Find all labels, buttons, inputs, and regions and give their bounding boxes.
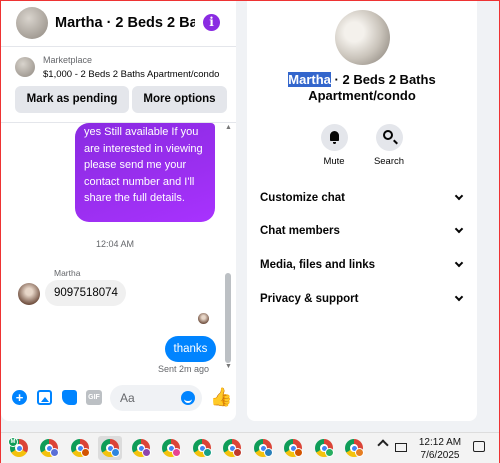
details-title: Martha · 2 Beds 2 Baths Apartment/condo	[247, 72, 477, 103]
emoji-icon[interactable]	[181, 391, 195, 405]
chrome-taskbar-icon[interactable]	[129, 436, 153, 460]
profile-badge-icon	[172, 448, 181, 457]
listing-title[interactable]: $1,000 - 2 Beds 2 Baths Apartment/condo	[43, 69, 219, 80]
sent-status: Sent 2m ago	[158, 364, 210, 374]
chevron-down-icon	[454, 191, 464, 201]
scroll-thumb[interactable]	[225, 273, 231, 363]
message-composer: + GIF 👍	[1, 383, 236, 413]
bell-icon	[329, 131, 339, 144]
section-label: Customize chat	[260, 192, 345, 204]
network-icon[interactable]	[395, 443, 407, 452]
chat-panel: Martha · 2 Beds 2 Ba... i Marketplace $1…	[1, 1, 236, 421]
mute-button[interactable]: Mute	[304, 124, 364, 167]
search-button[interactable]: Search	[359, 124, 419, 167]
profile-badge-icon: M	[8, 437, 18, 447]
profile-badge-icon	[294, 448, 303, 457]
outgoing-reply[interactable]: thanks	[165, 336, 216, 362]
chrome-taskbar-icon[interactable]: M	[7, 436, 31, 460]
message-list: yes Still available If you are intereste…	[1, 123, 236, 381]
chrome-taskbar-icon[interactable]	[159, 436, 183, 460]
thumbs-up-icon[interactable]: 👍	[210, 387, 232, 407]
clock-time: 12:12 AM	[418, 437, 462, 448]
clock-date: 7/6/2025	[420, 450, 460, 461]
section-label: Media, files and links	[260, 259, 376, 271]
search-circle[interactable]	[375, 124, 403, 151]
marketplace-listing: Marketplace $1,000 - 2 Beds 2 Baths Apar…	[1, 47, 236, 123]
details-avatar[interactable]	[335, 10, 390, 65]
chat-details-panel: Martha · 2 Beds 2 Baths Apartment/condo …	[247, 1, 477, 421]
listing-source: Marketplace	[43, 55, 93, 65]
section-label: Privacy & support	[260, 293, 359, 305]
profile-badge-icon	[50, 448, 59, 457]
sender-avatar[interactable]	[18, 283, 40, 305]
message-scrollbar[interactable]: ▲ ▼	[223, 123, 233, 373]
sticker-icon[interactable]	[62, 390, 77, 405]
search-icon	[382, 130, 393, 140]
info-icon[interactable]: i	[203, 14, 220, 31]
chevron-down-icon	[454, 224, 464, 234]
chat-header: Martha · 2 Beds 2 Ba... i	[1, 1, 236, 47]
chat-title[interactable]: Martha · 2 Beds 2 Ba...	[55, 15, 195, 31]
show-hidden-icons-chevron-icon[interactable]	[377, 439, 389, 451]
profile-badge-icon	[111, 448, 120, 457]
chrome-taskbar-icon[interactable]	[37, 436, 61, 460]
chevron-down-icon	[454, 292, 464, 302]
chrome-taskbar-icon[interactable]	[68, 436, 92, 460]
chat-avatar[interactable]	[16, 7, 48, 39]
chrome-taskbar-icon[interactable]	[98, 436, 122, 460]
taskbar-clock[interactable]: 12:12 AM 7/6/2025	[413, 436, 467, 462]
profile-badge-icon	[325, 448, 334, 457]
message-timestamp: 12:04 AM	[95, 239, 135, 249]
outgoing-message[interactable]: yes Still available If you are intereste…	[75, 123, 215, 222]
search-label: Search	[373, 156, 405, 167]
profile-badge-icon	[355, 448, 364, 457]
chrome-taskbar-icon[interactable]	[342, 436, 366, 460]
chrome-taskbar-icon[interactable]	[281, 436, 305, 460]
mute-circle[interactable]	[320, 124, 348, 151]
seen-indicator-avatar	[198, 313, 209, 324]
chat-members-section[interactable]: Chat members	[260, 222, 467, 242]
plus-icon[interactable]: +	[12, 390, 27, 405]
profile-badge-icon	[203, 448, 212, 457]
notification-center-icon[interactable]	[473, 441, 485, 452]
gif-icon[interactable]: GIF	[86, 390, 102, 405]
section-label: Chat members	[260, 225, 340, 237]
mark-as-pending-button[interactable]: Mark as pending	[15, 86, 129, 113]
customize-chat-section[interactable]: Customize chat	[260, 189, 467, 209]
profile-badge-icon	[142, 448, 151, 457]
chrome-taskbar-icon[interactable]	[251, 436, 275, 460]
media-files-links-section[interactable]: Media, files and links	[260, 256, 467, 276]
windows-taskbar: M 12:12 AM 7/6/2025	[1, 432, 499, 463]
chrome-taskbar-icon[interactable]	[190, 436, 214, 460]
incoming-message[interactable]: 9097518074	[45, 280, 126, 306]
chevron-down-icon	[454, 258, 464, 268]
more-options-button[interactable]: More options	[132, 86, 227, 113]
mute-label: Mute	[323, 156, 345, 167]
profile-badge-icon	[81, 448, 90, 457]
photo-icon[interactable]	[37, 390, 52, 405]
privacy-support-section[interactable]: Privacy & support	[260, 290, 467, 310]
profile-badge-icon	[264, 448, 273, 457]
scroll-up-arrow-icon[interactable]: ▲	[225, 124, 232, 131]
details-name-highlighted[interactable]: Martha	[288, 72, 331, 87]
scroll-down-arrow-icon[interactable]: ▼	[225, 363, 232, 370]
chrome-taskbar-icon[interactable]	[220, 436, 244, 460]
chrome-taskbar-icon[interactable]	[312, 436, 336, 460]
listing-thumbnail[interactable]	[15, 57, 35, 77]
profile-badge-icon	[233, 448, 242, 457]
sender-name: Martha	[54, 268, 81, 278]
